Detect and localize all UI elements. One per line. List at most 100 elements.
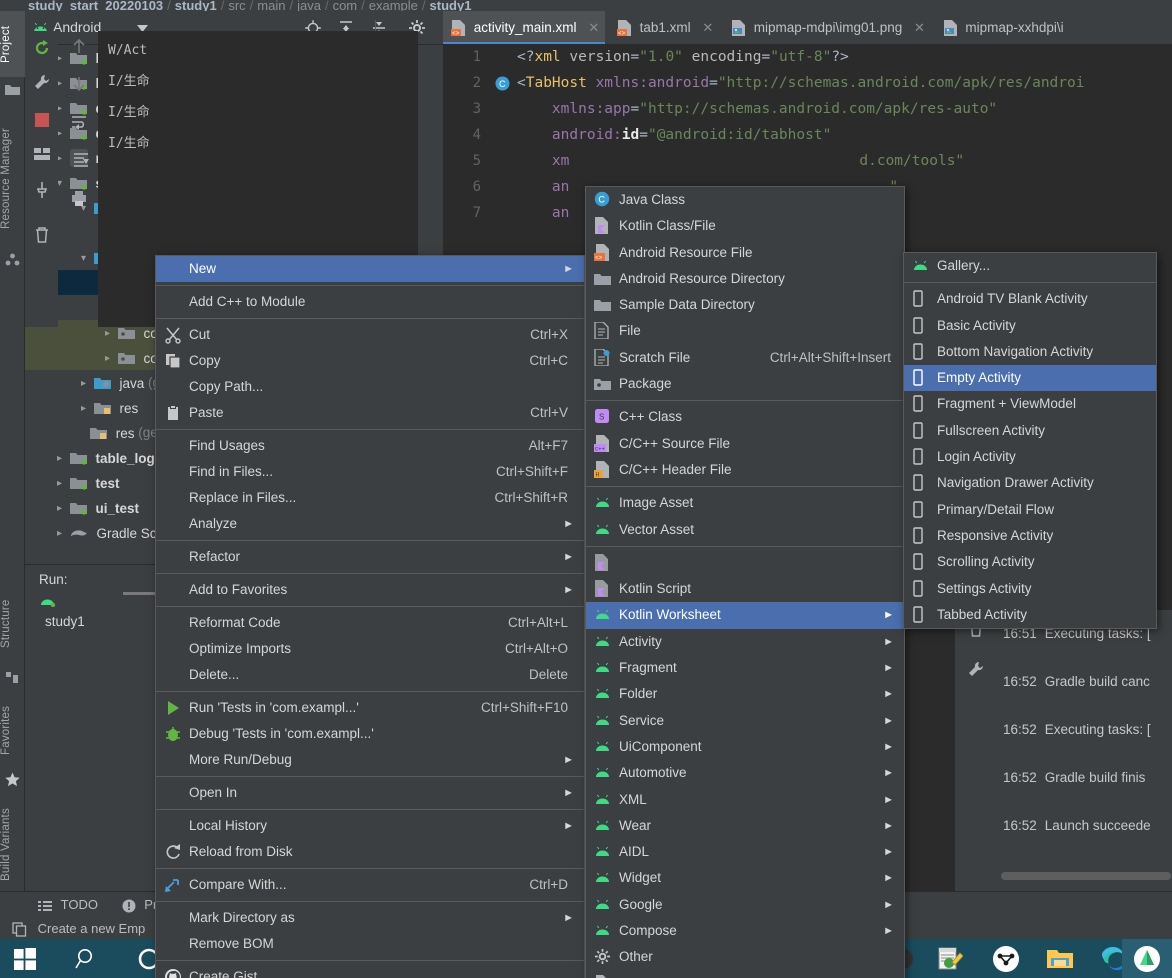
pin-icon[interactable] [33, 181, 51, 199]
chevron-right-icon[interactable]: ▸ [77, 371, 90, 396]
menu-item-run-tests[interactable]: Run 'Tests in 'com.exampl...' Ctrl+Shift… [156, 695, 584, 721]
chevron-right-icon[interactable]: ▸ [53, 446, 66, 471]
menu-item-analyze[interactable]: Analyze ► [156, 511, 584, 537]
menu-item-uicomponent[interactable]: Service ► [586, 708, 904, 734]
editor-tab-img01[interactable]: mipmap-mdpi\img01.png ✕ [723, 11, 931, 44]
menu-item-vector-asset[interactable]: Vector Asset [586, 517, 904, 543]
menu-item-refactor[interactable]: Refactor ► [156, 544, 584, 570]
menu-item-reformat-code[interactable]: Reformat Code Ctrl+Alt+L [156, 610, 584, 636]
chevron-right-icon[interactable]: ▸ [53, 496, 66, 521]
menu-item-folder[interactable]: Fragment ► [586, 655, 904, 681]
menu-item-add-cpp-to-module[interactable]: Add C++ to Module [156, 289, 584, 315]
menu-item-open-in[interactable]: Open In ► [156, 780, 584, 806]
menu-item-google[interactable]: Widget ► [586, 865, 904, 891]
context-menu[interactable]: New ► Add C++ to Module Cut Ctrl+X Copy … [155, 255, 585, 978]
menu-item-resource-bundle[interactable]: EditorConfig File [586, 971, 904, 978]
menu-item-paste[interactable]: Paste Ctrl+V [156, 400, 584, 426]
menu-item-local-history[interactable]: Local History ► [156, 813, 584, 839]
rerun-icon[interactable] [33, 39, 51, 57]
run-tab-label[interactable]: study1 [45, 614, 85, 629]
status-problems[interactable]: Pr [122, 892, 157, 917]
menu-item-new[interactable]: New ► [156, 256, 584, 282]
editor-tab-tab1[interactable]: <> tab1.xml ✕ [609, 11, 719, 44]
menu-item-kotlin-worksheet[interactable]: Kotlin Script [586, 576, 904, 602]
menu-item-other[interactable]: Compose ► [586, 918, 904, 944]
wrench-icon[interactable] [33, 73, 51, 91]
menu-item-fragment-viewmodel[interactable]: Fragment + ViewModel [904, 391, 1156, 417]
sidebar-item-build-variants[interactable]: Build Variants [0, 799, 25, 891]
menu-item-image-asset[interactable]: Image Asset [586, 490, 904, 516]
menu-item-login-activity[interactable]: Login Activity [904, 444, 1156, 470]
menu-item-automotive[interactable]: UiComponent ► [586, 734, 904, 760]
menu-item-copy[interactable]: Copy Ctrl+C [156, 348, 584, 374]
sidebar-item-project[interactable]: Project [0, 11, 25, 77]
close-icon[interactable]: ✕ [588, 20, 599, 35]
menu-item-replace-in-files[interactable]: Replace in Files... Ctrl+Shift+R [156, 485, 584, 511]
menu-item-fragment[interactable]: Activity ► [586, 629, 904, 655]
notepad-icon[interactable] [925, 939, 975, 978]
menu-item-add-to-favorites[interactable]: Add to Favorites ► [156, 577, 584, 603]
menu-item-android-resource-directory[interactable]: Android Resource Directory [586, 266, 904, 292]
menu-item-debug-tests[interactable]: Debug 'Tests in 'com.exampl...' [156, 721, 584, 747]
close-icon[interactable]: ✕ [702, 20, 713, 35]
print-icon[interactable] [70, 189, 88, 207]
new-submenu[interactable]: C Java Class Kotlin Class/File <> Androi… [585, 186, 905, 978]
menu-item-kotlin-script[interactable] [586, 550, 904, 576]
menu-item-empty-activity[interactable]: Empty Activity [904, 365, 1156, 392]
search-icon[interactable] [62, 939, 112, 978]
menu-item-android-resource-file[interactable]: <> Android Resource File [586, 240, 904, 266]
menu-item-service[interactable]: Folder ► [586, 681, 904, 707]
menu-item-reload-from-disk[interactable]: Reload from Disk [156, 839, 584, 865]
menu-item-c-cpp-header-file[interactable]: H C/C++ Header File [586, 457, 904, 483]
molecule-app-icon[interactable] [981, 939, 1031, 978]
menu-item-android-tv-blank-activity[interactable]: Android TV Blank Activity [904, 286, 1156, 312]
menu-item-gallery[interactable]: Gallery... [904, 253, 1156, 279]
trash-icon[interactable] [33, 226, 51, 244]
down-arrow-icon[interactable] [70, 75, 88, 93]
scroll-end-icon[interactable] [70, 149, 89, 167]
sidebar-item-structure[interactable]: Structure [0, 584, 25, 664]
menu-item-kotlin-class-file[interactable]: Kotlin Class/File [586, 213, 904, 239]
menu-item-scrolling-activity[interactable]: Scrolling Activity [904, 549, 1156, 575]
activity-submenu[interactable]: Gallery... Android TV Blank Activity Bas… [903, 252, 1157, 630]
menu-item-c-cpp-source-file[interactable]: C++ C/C++ Source File [586, 431, 904, 457]
windows-start-icon[interactable] [0, 939, 50, 978]
menu-item-remove-bom[interactable]: Remove BOM [156, 931, 584, 957]
menu-item-java-class[interactable]: C Java Class [586, 187, 904, 213]
chevron-right-icon[interactable]: ▸ [53, 521, 66, 546]
menu-item-editorconfig-file[interactable]: Other [586, 944, 904, 970]
menu-item-find-usages[interactable]: Find Usages Alt+F7 [156, 433, 584, 459]
up-arrow-icon[interactable] [70, 37, 88, 55]
menu-item-more-run-debug[interactable]: More Run/Debug ► [156, 747, 584, 773]
menu-item-xml[interactable]: Automotive ► [586, 760, 904, 786]
chevron-right-icon[interactable]: ▸ [101, 346, 114, 371]
status-todo[interactable]: TODO [38, 892, 98, 917]
menu-item-widget[interactable]: AIDL ► [586, 839, 904, 865]
menu-item-scratch-file[interactable]: Scratch File Ctrl+Alt+Shift+Insert [586, 345, 904, 371]
menu-item-basic-activity[interactable]: Basic Activity [904, 313, 1156, 339]
class-marker-icon[interactable]: C [487, 70, 517, 96]
menu-item-wear[interactable]: XML ► [586, 787, 904, 813]
menu-item-activity[interactable]: Kotlin Worksheet ► [586, 602, 904, 629]
build-output-list[interactable]: 16:51 Executing tasks: [ 16:52 Gradle buil… [1000, 610, 1172, 891]
menu-item-create-gist[interactable]: Create Gist... [156, 964, 584, 978]
menu-item-settings-activity[interactable]: Settings Activity [904, 576, 1156, 602]
menu-item-navigation-drawer-activity[interactable]: Navigation Drawer Activity [904, 470, 1156, 496]
menu-item-responsive-activity[interactable]: Responsive Activity [904, 523, 1156, 549]
file-explorer-icon[interactable] [1035, 939, 1085, 978]
menu-item-bottom-navigation-activity[interactable]: Bottom Navigation Activity [904, 339, 1156, 365]
menu-item-mark-directory-as[interactable]: Mark Directory as ► [156, 905, 584, 931]
close-icon[interactable]: ✕ [914, 20, 925, 35]
layout-icon[interactable] [33, 145, 51, 163]
menu-item-fullscreen-activity[interactable]: Fullscreen Activity [904, 418, 1156, 444]
sidebar-item-resource-manager[interactable]: Resource Manager [0, 111, 25, 246]
menu-item-primary-detail-flow[interactable]: Primary/Detail Flow [904, 497, 1156, 523]
soft-wrap-icon[interactable] [70, 113, 88, 131]
menu-item-tabbed-activity[interactable]: Tabbed Activity [904, 602, 1156, 628]
menu-item-compare-with[interactable]: Compare With... Ctrl+D [156, 872, 584, 898]
menu-item-cut[interactable]: Cut Ctrl+X [156, 322, 584, 348]
menu-item-optimize-imports[interactable]: Optimize Imports Ctrl+Alt+O [156, 636, 584, 662]
menu-item-aidl[interactable]: Wear ► [586, 813, 904, 839]
stop-icon[interactable] [33, 111, 51, 129]
android-studio-icon[interactable] [1122, 939, 1172, 978]
